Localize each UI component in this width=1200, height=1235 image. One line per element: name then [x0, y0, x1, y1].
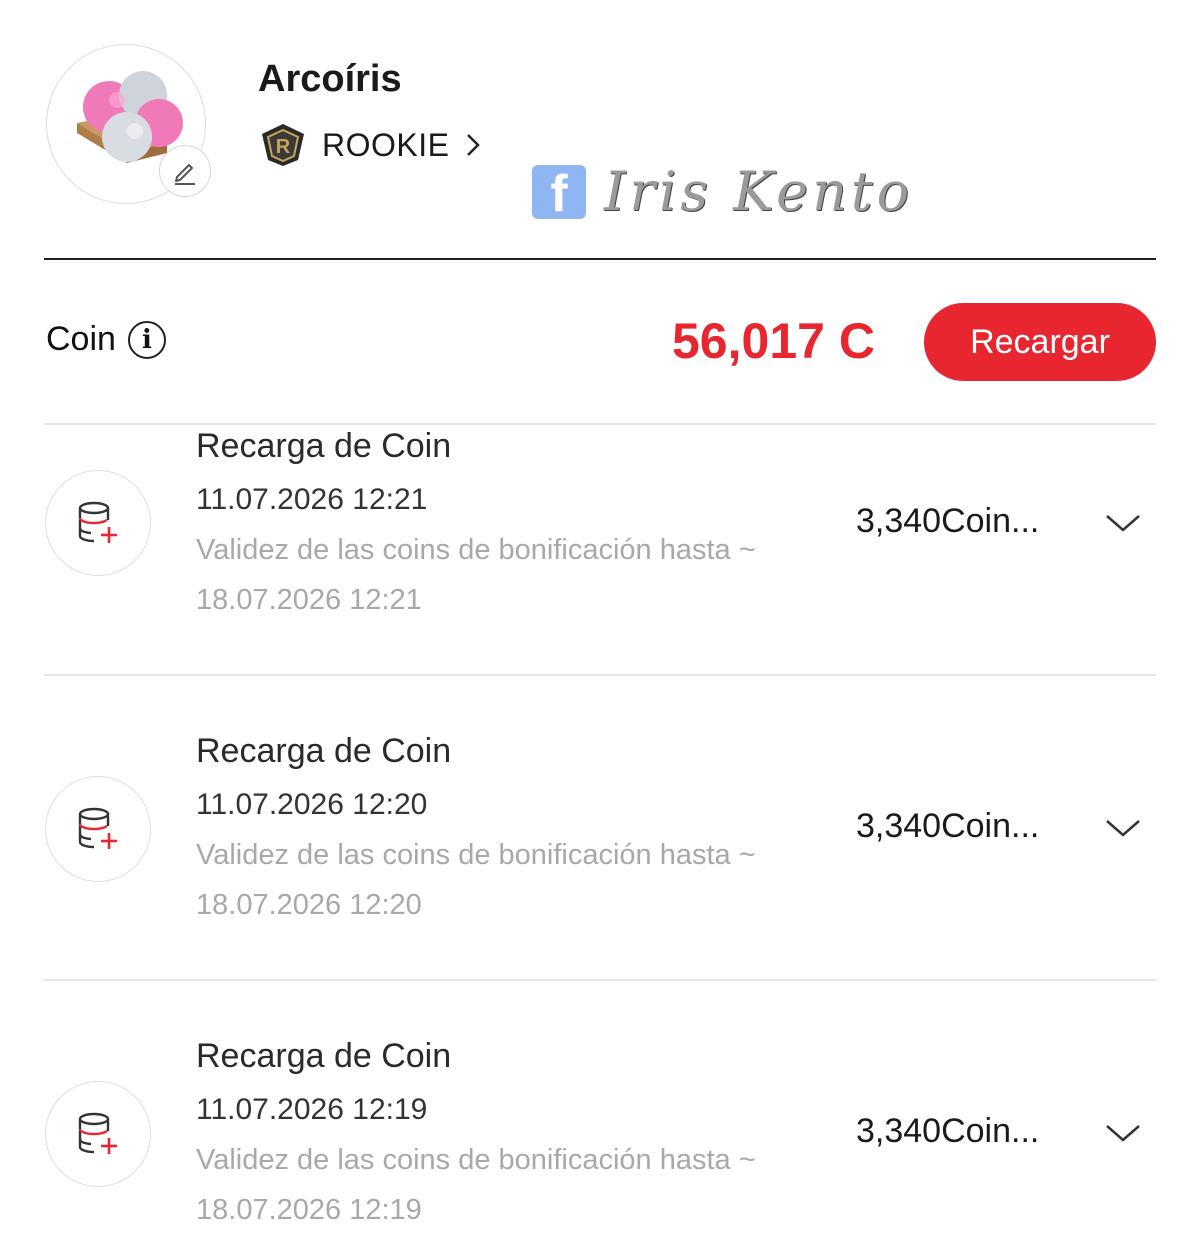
header-divider	[44, 258, 1156, 260]
transaction-note-text: Validez de las coins de bonificación has…	[196, 534, 756, 566]
transaction-note-text: Validez de las coins de bonificación has…	[196, 839, 756, 871]
pencil-icon	[175, 164, 195, 185]
rank-label: ROOKIE	[322, 126, 450, 163]
transaction-date: 11.07.2026 12:20	[196, 788, 428, 821]
list-divider	[44, 674, 1156, 676]
edit-profile-button[interactable]	[159, 145, 211, 197]
transaction-title: Recarga de Coin	[196, 427, 452, 465]
profile-name: Arcoíris	[258, 58, 402, 100]
transaction-note-date: 18.07.2026 12:20	[196, 889, 422, 921]
transaction-amount: 3,340Coin...	[856, 502, 1040, 540]
transaction-note-date: 18.07.2026 12:21	[196, 584, 422, 616]
recharge-button[interactable]: Recargar	[924, 303, 1156, 381]
list-divider	[44, 423, 1156, 425]
transaction-title: Recarga de Coin	[196, 732, 452, 770]
transaction-note: Validez de las coins de bonificación has…	[196, 830, 846, 930]
coin-recharge-icon	[45, 470, 151, 576]
transaction-note-date: 18.07.2026 12:19	[196, 1194, 422, 1226]
coin-label: Coin i	[46, 320, 166, 359]
chevron-right-icon	[467, 134, 481, 156]
coin-balance: 56,017 C	[672, 313, 875, 369]
chevron-down-icon[interactable]	[1104, 510, 1142, 536]
transaction-note-text: Validez de las coins de bonificación has…	[196, 1144, 756, 1176]
transaction-amount: 3,340Coin...	[856, 807, 1040, 845]
transaction-note: Validez de las coins de bonificación has…	[196, 525, 846, 625]
chevron-down-icon[interactable]	[1104, 815, 1142, 841]
watermark-text: Iris Kento	[604, 160, 914, 223]
avatar[interactable]	[46, 44, 211, 204]
facebook-icon: f	[532, 164, 586, 219]
facebook-letter: f	[550, 164, 568, 219]
rank-badge-letter: R	[276, 136, 291, 158]
watermark: f Iris Kento	[532, 160, 913, 223]
rank-badge-icon: R	[262, 124, 304, 166]
transaction-date: 11.07.2026 12:21	[196, 483, 428, 516]
coin-recharge-icon	[45, 776, 151, 882]
transaction-amount: 3,340Coin...	[856, 1112, 1040, 1150]
chevron-down-icon[interactable]	[1104, 1120, 1142, 1146]
transaction-note: Validez de las coins de bonificación has…	[196, 1135, 846, 1235]
coin-label-text: Coin	[46, 320, 116, 358]
transaction-date: 11.07.2026 12:19	[196, 1093, 428, 1126]
info-icon[interactable]: i	[127, 320, 166, 359]
transaction-title: Recarga de Coin	[196, 1037, 452, 1075]
coin-recharge-icon	[45, 1081, 151, 1187]
list-divider	[44, 979, 1156, 981]
rank-link[interactable]: R ROOKIE	[258, 122, 483, 168]
